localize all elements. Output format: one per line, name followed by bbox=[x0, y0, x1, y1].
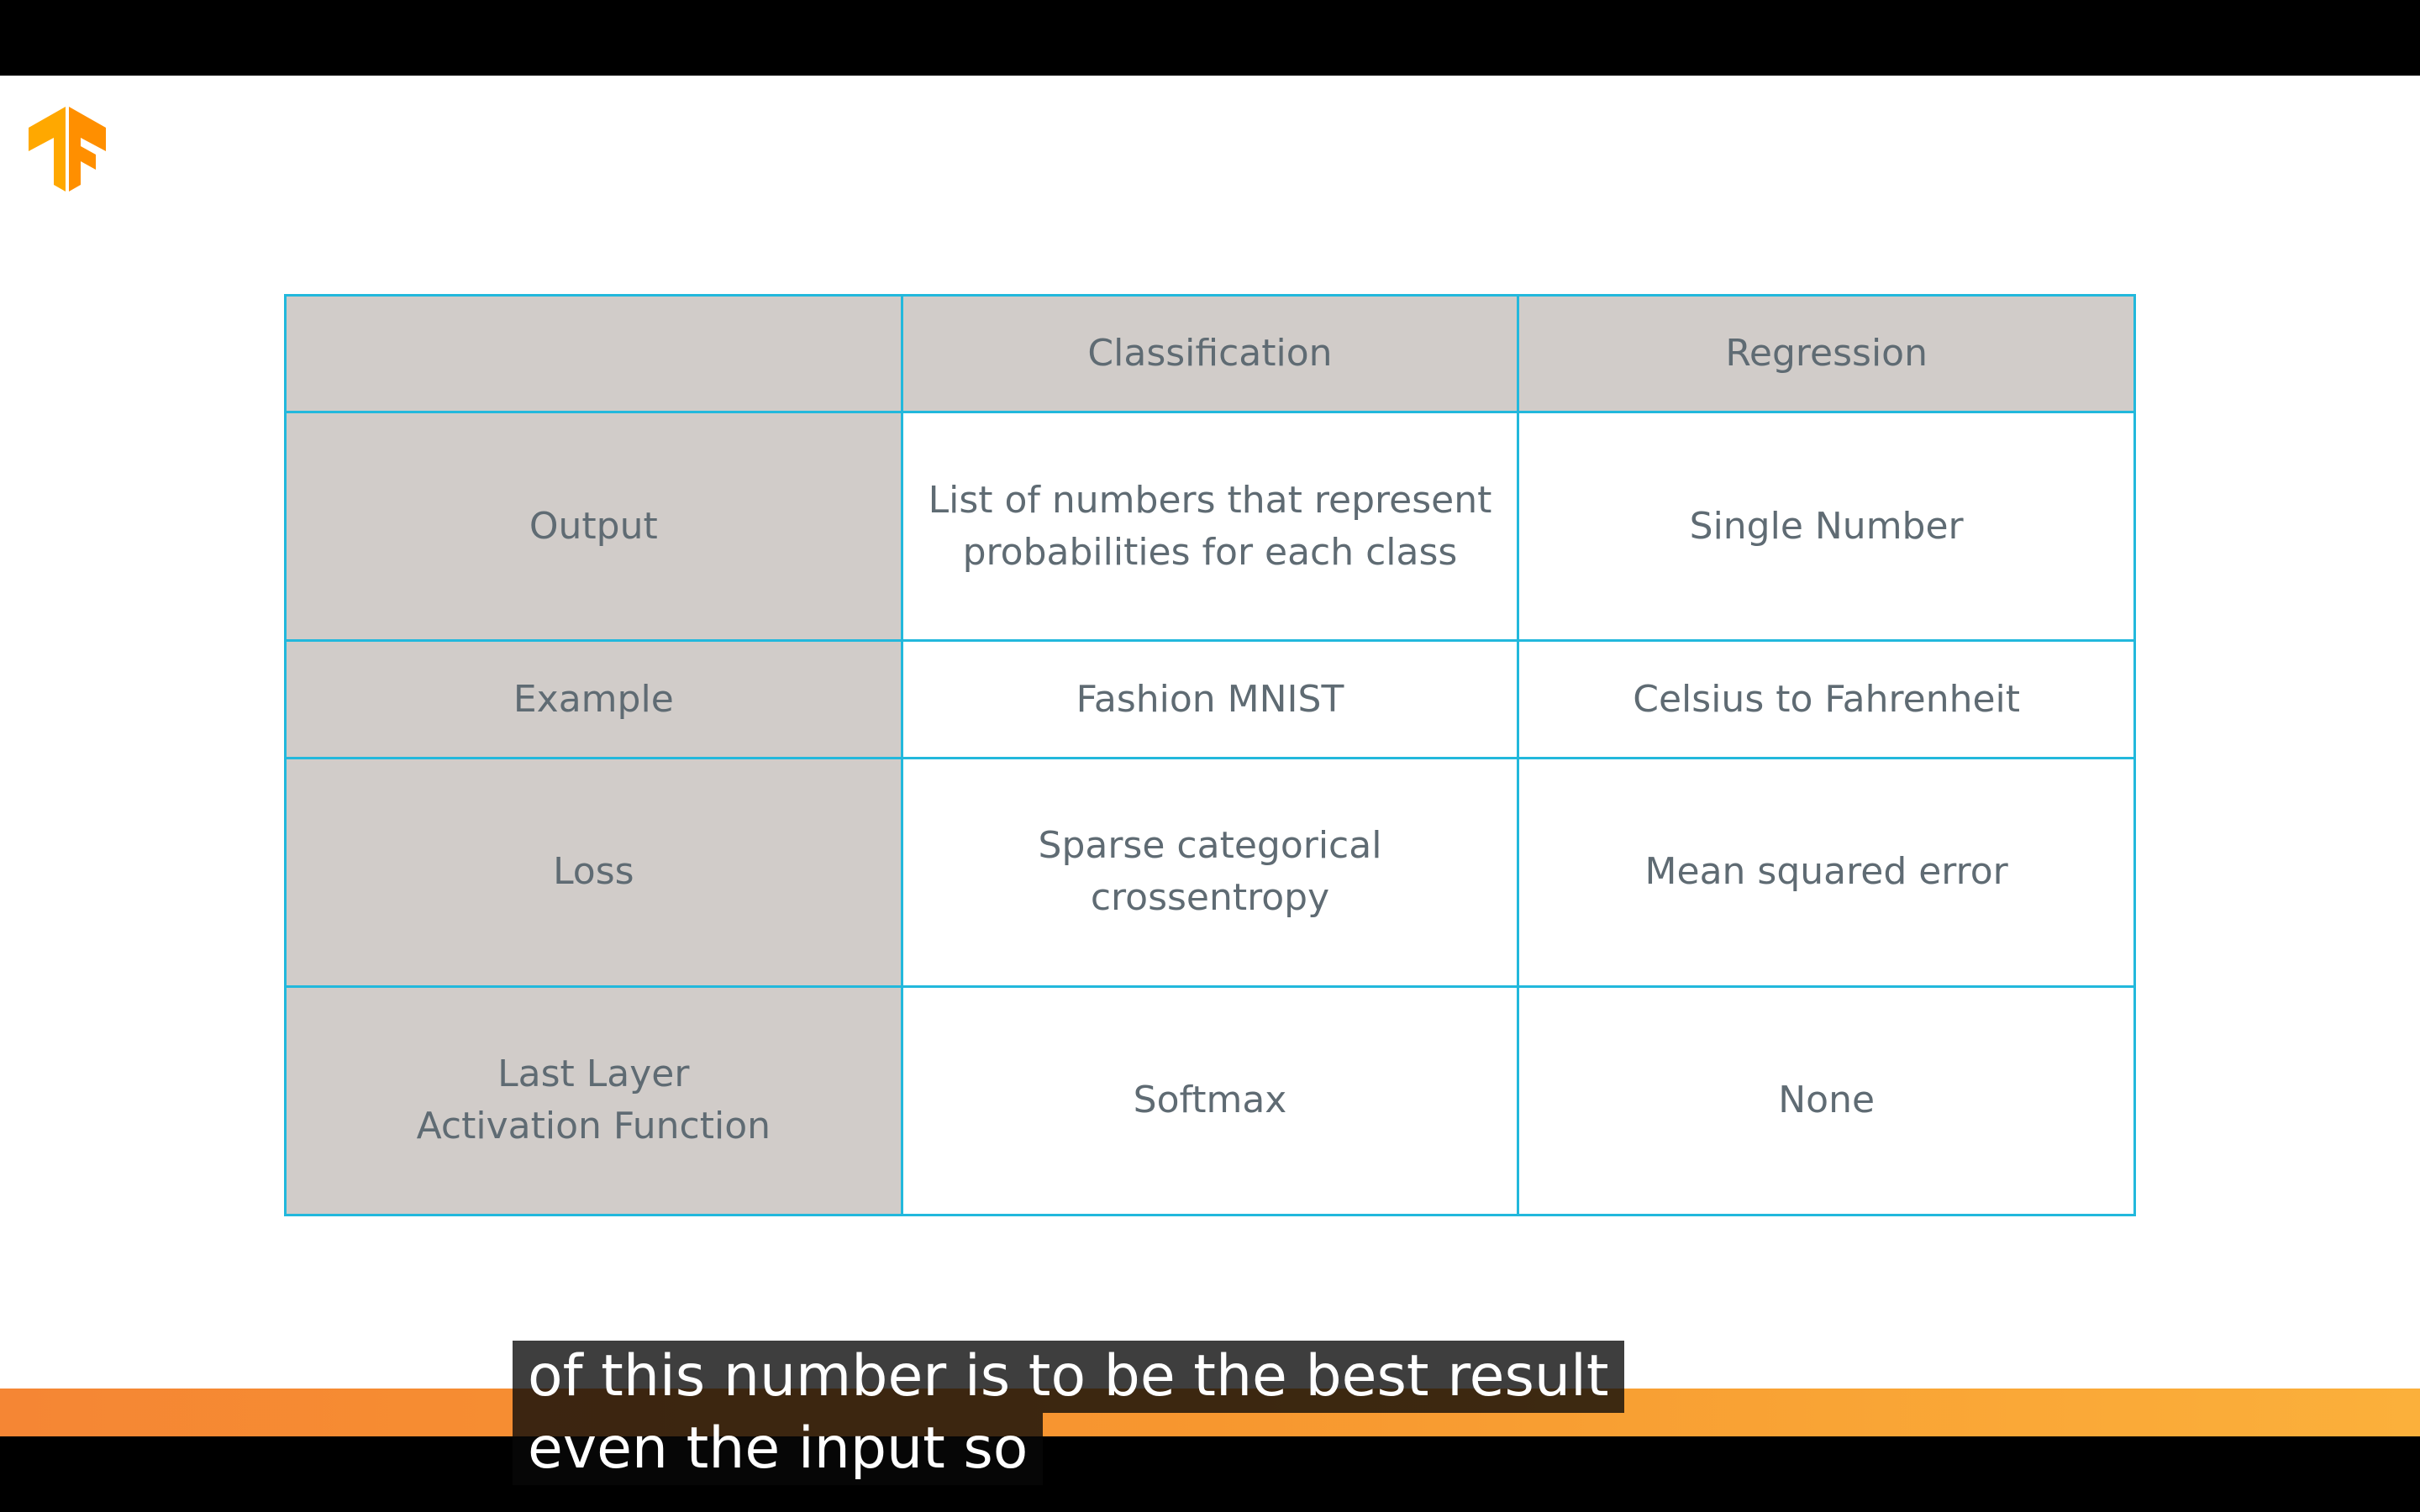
table-row-output: Output List of numbers that represent pr… bbox=[284, 411, 2136, 643]
row-label-loss: Loss bbox=[284, 756, 903, 988]
slide: Classification Regression Output List of… bbox=[0, 76, 2420, 1436]
row-label-output: Output bbox=[284, 411, 903, 643]
caption-line-1: of this number is to be the best result bbox=[513, 1341, 1624, 1413]
cell-example-classification: Fashion MNIST bbox=[900, 639, 1520, 759]
cell-activation-classification: Softmax bbox=[900, 984, 1520, 1217]
table-row-activation: Last Layer Activation Function Softmax N… bbox=[284, 984, 2136, 1217]
cell-loss-classification: Sparse categorical crossentropy bbox=[900, 756, 1520, 988]
table-header-row: Classification Regression bbox=[284, 293, 2136, 414]
caption-line-2: even the input so bbox=[513, 1413, 1044, 1485]
cell-example-regression: Celsius to Fahrenheit bbox=[1517, 639, 2136, 759]
cell-output-regression: Single Number bbox=[1517, 411, 2136, 643]
cell-loss-regression: Mean squared error bbox=[1517, 756, 2136, 988]
comparison-table-wrapper: Classification Regression Output List of… bbox=[284, 293, 2136, 1217]
row-label-activation: Last Layer Activation Function bbox=[284, 984, 903, 1217]
table-row-example: Example Fashion MNIST Celsius to Fahrenh… bbox=[284, 639, 2136, 759]
comparison-table: Classification Regression Output List of… bbox=[284, 293, 2136, 1217]
header-cell-classification: Classification bbox=[900, 293, 1520, 414]
header-cell-regression: Regression bbox=[1517, 293, 2136, 414]
subtitle-captions: of this number is to be the best result … bbox=[513, 1341, 1624, 1485]
video-frame: Classification Regression Output List of… bbox=[0, 0, 2420, 1512]
row-label-example: Example bbox=[284, 639, 903, 759]
table-row-loss: Loss Sparse categorical crossentropy Mea… bbox=[284, 756, 2136, 988]
tensorflow-logo-icon bbox=[29, 107, 106, 192]
cell-output-classification: List of numbers that represent probabili… bbox=[900, 411, 1520, 643]
header-cell-empty bbox=[284, 293, 903, 414]
cell-activation-regression: None bbox=[1517, 984, 2136, 1217]
